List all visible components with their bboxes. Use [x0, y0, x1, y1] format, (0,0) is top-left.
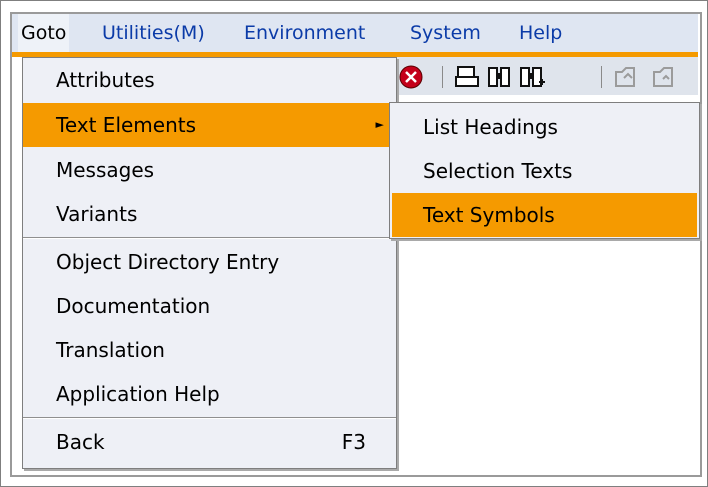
- menu-environment[interactable]: Environment: [244, 14, 365, 52]
- menu-item-translation[interactable]: Translation: [23, 328, 396, 372]
- toolbar-separator: [601, 66, 602, 88]
- menu-item-object-directory-entry[interactable]: Object Directory Entry: [23, 240, 396, 284]
- menu-item-documentation[interactable]: Documentation: [23, 284, 396, 328]
- menu-help[interactable]: Help: [519, 14, 562, 52]
- menu-system[interactable]: System: [410, 14, 481, 52]
- menu-item-variants[interactable]: Variants: [23, 192, 396, 236]
- menu-utilities[interactable]: Utilities(M): [102, 14, 205, 52]
- menu-item-application-help[interactable]: Application Help: [23, 372, 396, 416]
- cancel-icon[interactable]: [398, 64, 424, 94]
- text-elements-submenu: List Headings Selection Texts Text Symbo…: [389, 102, 700, 239]
- print-icon[interactable]: [454, 64, 480, 94]
- find-icon[interactable]: [486, 64, 512, 94]
- menu-goto[interactable]: Goto: [18, 14, 70, 52]
- menu-divider: [23, 417, 396, 419]
- menu-item-text-elements[interactable]: Text Elements ►: [23, 103, 396, 147]
- menu-item-attributes[interactable]: Attributes: [23, 58, 396, 102]
- menu-item-selection-texts[interactable]: Selection Texts: [390, 149, 699, 193]
- submenu-arrow-icon: ►: [375, 118, 384, 131]
- menu-item-back[interactable]: Back F3: [23, 420, 396, 464]
- find-next-icon[interactable]: [518, 64, 546, 94]
- first-page-icon[interactable]: [612, 64, 640, 94]
- goto-menu: Attributes Text Elements ► Messages Vari…: [22, 57, 397, 469]
- shortcut-label: F3: [341, 430, 366, 454]
- menu-divider: [23, 237, 396, 239]
- menu-item-list-headings[interactable]: List Headings: [390, 105, 699, 149]
- menu-item-text-symbols[interactable]: Text Symbols: [392, 193, 697, 237]
- menu-item-messages[interactable]: Messages: [23, 148, 396, 192]
- previous-page-icon[interactable]: [650, 64, 678, 94]
- toolbar-separator: [442, 66, 443, 88]
